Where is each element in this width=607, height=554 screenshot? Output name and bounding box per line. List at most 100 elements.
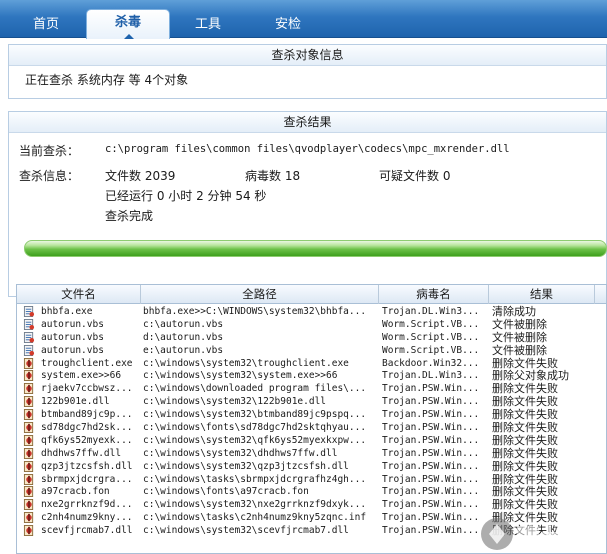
cell-fullpath: c:\windows\system32\btmband89jc9pspq... bbox=[143, 409, 367, 421]
cell-result: 删除文件失败 bbox=[492, 356, 558, 370]
cell-result: 删除文件失败 bbox=[492, 395, 558, 409]
table-row[interactable]: btmband89jc9p... c:\windows\system32\btmb… bbox=[17, 408, 606, 422]
cell-fullpath: c:\windows\system32\qzp3jtzcsfsh.dll bbox=[143, 460, 349, 472]
cell-filename: btmband89jc9p... bbox=[41, 409, 133, 421]
cell-filename: c2nh4numz9kny... bbox=[41, 512, 133, 524]
cell-fullpath: c:\windows\tasks\sbrmpxjdcrgrafhz4gh... bbox=[143, 473, 367, 485]
script-file-icon bbox=[23, 318, 35, 330]
cell-filename: rjaekv7ccbwsz... bbox=[41, 383, 133, 395]
cell-result: 删除文件失败 bbox=[492, 446, 558, 460]
cell-fullpath: c:\windows\tasks\c2nh4numz9kny5zqnc.inf bbox=[143, 512, 367, 524]
virus-file-icon bbox=[23, 525, 34, 537]
table-body: bhbfa.exe bhbfa.exe>>C:\WINDOWS\system32\… bbox=[17, 305, 606, 537]
scan-progress-bar bbox=[24, 240, 607, 257]
watermark-logo-icon bbox=[481, 518, 577, 550]
script-file-icon bbox=[23, 306, 35, 317]
tab-tools[interactable]: 工具 bbox=[166, 11, 250, 38]
suspicious-count: 可疑文件数 0 bbox=[379, 169, 451, 183]
cell-result: 删除文件失败 bbox=[492, 433, 558, 447]
cell-result: 删除文件失败 bbox=[492, 408, 558, 422]
column-header-filename[interactable]: 文件名 bbox=[17, 285, 141, 304]
current-scan-path: c:\program files\common files\qvodplayer… bbox=[105, 143, 510, 155]
cell-virusname: Trojan.PSW.Win... bbox=[382, 383, 480, 395]
cell-filename: dhdhws7ffw.dll bbox=[41, 447, 122, 459]
column-header-result[interactable]: 结果 bbox=[489, 285, 595, 304]
virus-file-icon bbox=[23, 422, 34, 434]
cell-result: 文件被删除 bbox=[492, 343, 547, 357]
cell-virusname: Trojan.PSW.Win... bbox=[382, 422, 480, 434]
scan-info-label: 查杀信息： bbox=[19, 169, 80, 183]
virus-file-icon bbox=[23, 396, 34, 408]
cell-virusname: Trojan.PSW.Win... bbox=[382, 460, 480, 472]
column-header-fullpath[interactable]: 全路径 bbox=[141, 285, 379, 304]
cell-filename: autorun.vbs bbox=[41, 318, 104, 330]
script-file-icon bbox=[23, 331, 35, 343]
script-file-icon bbox=[23, 344, 35, 356]
cell-result: 删除父对象成功 bbox=[492, 369, 569, 383]
cell-result: 删除文件失败 bbox=[492, 382, 558, 396]
virus-file-icon bbox=[23, 447, 34, 459]
table-row[interactable]: sd78dgc7hd2sk... c:\windows\fonts\sd78dgc… bbox=[17, 421, 606, 434]
table-row[interactable]: a97cracb.fon c:\windows\fonts\a97cracb.fo… bbox=[17, 485, 606, 499]
cell-fullpath: c:\windows\fonts\sd78dgc7hd2sktqhyau... bbox=[143, 422, 367, 434]
cell-filename: system.exe>>66 bbox=[41, 370, 122, 382]
table-row[interactable]: system.exe>>66 c:\windows\system32\system… bbox=[17, 369, 606, 383]
tab-security-check[interactable]: 安检 bbox=[246, 11, 330, 38]
cell-result: 文件被删除 bbox=[492, 317, 547, 331]
cell-virusname: Trojan.PSW.Win... bbox=[382, 434, 480, 446]
cell-fullpath: c:\windows\fonts\a97cracb.fon bbox=[143, 486, 309, 498]
cell-fullpath: c:\autorun.vbs bbox=[143, 318, 224, 330]
cell-fullpath: c:\windows\system32\dhdhws7ffw.dll bbox=[143, 447, 338, 459]
column-header-virusname[interactable]: 病毒名 bbox=[379, 285, 489, 304]
cell-virusname: Trojan.PSW.Win... bbox=[382, 396, 480, 408]
cell-fullpath: e:\autorun.vbs bbox=[143, 344, 224, 356]
tab-home[interactable]: 首页 bbox=[4, 11, 88, 38]
file-count: 文件数 2039 bbox=[105, 169, 176, 183]
column-header-spacer bbox=[595, 285, 606, 304]
table-row[interactable]: sbrmpxjdcrgra... c:\windows\tasks\sbrmpxj… bbox=[17, 472, 606, 486]
table-row[interactable]: autorun.vbs d:\autorun.vbs Worm.Script.VB.… bbox=[17, 331, 606, 344]
table-row[interactable]: troughclient.exe c:\windows\system32\trou… bbox=[17, 356, 606, 370]
cell-result: 删除文件失败 bbox=[492, 472, 558, 486]
scan-result-title: 查杀结果 bbox=[9, 112, 606, 133]
elapsed-time: 已经运行 0 小时 2 分钟 54 秒 bbox=[105, 189, 267, 203]
cell-result: 删除文件失败 bbox=[492, 498, 558, 512]
cell-virusname: Trojan.PSW.Win... bbox=[382, 447, 480, 459]
antivirus-page: 查杀对象信息 正在查杀 系统内存 等 4个对象 查杀结果 当前查杀： c:\pr… bbox=[0, 39, 607, 554]
cell-result: 删除文件失败 bbox=[492, 485, 558, 499]
cell-result: 删除文件失败 bbox=[492, 459, 558, 473]
table-row[interactable]: qfk6ys52myexk... c:\windows\system32\qfk6… bbox=[17, 433, 606, 447]
tab-antivirus[interactable]: 杀毒 bbox=[86, 9, 170, 40]
virus-file-icon bbox=[23, 434, 34, 446]
cell-fullpath: c:\windows\system32\scevfjrcmab7.dll bbox=[143, 525, 349, 537]
cell-virusname: Trojan.PSW.Win... bbox=[382, 486, 480, 498]
cell-virusname: Trojan.PSW.Win... bbox=[382, 499, 480, 511]
cell-fullpath: c:\windows\system32\system.exe>>66 bbox=[143, 370, 338, 382]
virus-file-icon bbox=[23, 486, 34, 498]
table-row[interactable]: 122b901e.dll c:\windows\system32\122b901e… bbox=[17, 395, 606, 409]
cell-virusname: Trojan.DL.Win3... bbox=[382, 306, 480, 317]
cell-fullpath: c:\windows\system32\qfk6ys52myexkxpw... bbox=[143, 434, 367, 446]
table-row[interactable]: autorun.vbs e:\autorun.vbs Worm.Script.VB.… bbox=[17, 343, 606, 357]
virus-file-icon bbox=[23, 357, 34, 369]
cell-virusname: Trojan.DL.Win3... bbox=[382, 370, 480, 382]
cell-filename: autorun.vbs bbox=[41, 344, 104, 356]
virus-file-icon bbox=[23, 473, 34, 485]
virus-file-icon bbox=[23, 460, 34, 472]
virus-file-icon bbox=[23, 409, 34, 421]
table-row[interactable]: rjaekv7ccbwsz... c:\windows\downloaded pr… bbox=[17, 382, 606, 396]
virus-file-icon bbox=[23, 499, 34, 511]
table-row[interactable]: nxe2grrknzf9d... c:\windows\system32\nxe2… bbox=[17, 498, 606, 512]
scan-target-title: 查杀对象信息 bbox=[9, 45, 606, 66]
table-header: 文件名 全路径 病毒名 结果 bbox=[17, 285, 606, 304]
table-row[interactable]: autorun.vbs c:\autorun.vbs Worm.Script.VB.… bbox=[17, 317, 606, 331]
cell-filename: sd78dgc7hd2sk... bbox=[41, 422, 133, 434]
cell-filename: scevfjrcmab7.dll bbox=[41, 525, 133, 537]
cell-result: 清除成功 bbox=[492, 305, 536, 318]
table-row[interactable]: dhdhws7ffw.dll c:\windows\system32\dhdhws… bbox=[17, 446, 606, 460]
cell-filename: bhbfa.exe bbox=[41, 306, 93, 317]
cell-filename: troughclient.exe bbox=[41, 357, 133, 369]
table-row[interactable]: bhbfa.exe bhbfa.exe>>C:\WINDOWS\system32\… bbox=[17, 305, 606, 318]
cell-fullpath: d:\autorun.vbs bbox=[143, 331, 224, 343]
table-row[interactable]: qzp3jtzcsfsh.dll c:\windows\system32\qzp3… bbox=[17, 459, 606, 473]
